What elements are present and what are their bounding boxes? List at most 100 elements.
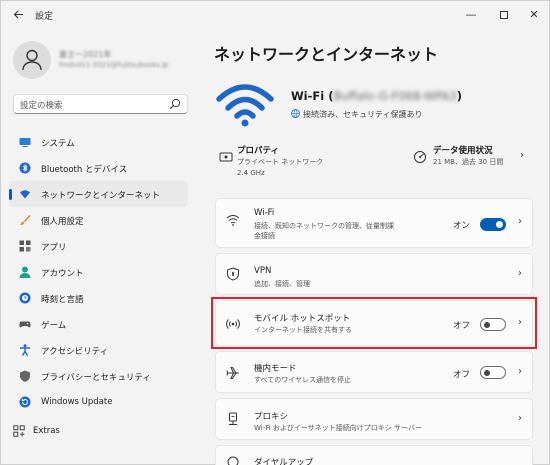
search-placeholder: 設定の検索 (20, 101, 63, 111)
airplane-mode-card[interactable]: 機内モード すべてのワイヤレス通信を停止 オフ › (215, 351, 533, 393)
sidebar-item-label: アカウント (41, 269, 84, 279)
wifi-state-label: オン (452, 221, 470, 231)
wifi-subtitle: 接続、既知のネットワークの管理、従量制課 金接続 (254, 221, 394, 241)
wifi-subtitle-line1: 接続、既知のネットワークの管理、従量制課 (254, 222, 394, 230)
profile-email: fmdvd11-2021@fujitsubooks.jp (59, 61, 169, 69)
avatar (13, 41, 51, 79)
dialup-icon (227, 456, 239, 465)
person-icon (22, 49, 42, 71)
proxy-title: プロキシ (254, 412, 289, 422)
minimize-button[interactable]: — (458, 5, 484, 25)
chevron-right-icon[interactable]: › (518, 413, 522, 424)
vpn-shield-icon (227, 267, 239, 281)
airplane-mode-state-label: オフ (452, 370, 470, 380)
monitor-icon (19, 138, 31, 147)
vpn-subtitle: 追加、接続、管理 (254, 280, 310, 288)
page-title: ネットワークとインターネット (214, 45, 439, 64)
wifi-subtitle-line2: 金接続 (254, 232, 275, 240)
sidebar-item-system[interactable]: システム (9, 129, 188, 155)
network-status: 接続済み、セキュリティ保護あり (291, 109, 423, 120)
properties-band: 2.4 GHz (237, 169, 265, 177)
close-button[interactable]: ✕ (521, 5, 547, 25)
sidebar-item-label: システム (41, 139, 75, 149)
dialup-title: ダイヤルアップ (254, 458, 314, 465)
brush-icon (20, 215, 31, 225)
profile-name: 富士一2021年 (59, 50, 112, 59)
sidebar-item-extras[interactable]: Extras (9, 421, 189, 441)
network-name-suffix: ) (456, 89, 462, 103)
airplane-mode-title: 機内モード (254, 364, 297, 374)
data-usage-icon[interactable] (413, 150, 427, 164)
proxy-card[interactable]: プロキシ Wi-Fi およびイーサネット接続向けプロキシ サーバー › (215, 398, 533, 440)
extras-label: Extras (33, 426, 60, 436)
wifi-large-icon (216, 84, 274, 127)
globe-icon (291, 109, 300, 118)
bluetooth-icon (19, 162, 31, 174)
network-ssid: Buffalo-G-F068-WPA3 (333, 89, 457, 103)
highlight-box (211, 297, 537, 349)
airplane-mode-subtitle: すべてのワイヤレス通信を停止 (254, 376, 352, 384)
sidebar-item-privacy[interactable]: プライバシーとセキュリティ (9, 363, 188, 389)
sidebar-item-apps[interactable]: アプリ (9, 233, 188, 259)
sidebar-item-label: ネットワークとインターネット (41, 191, 161, 201)
wifi-card[interactable]: Wi-Fi 接続、既知のネットワークの管理、従量制課 金接続 オン › (215, 198, 533, 248)
network-name: Wi-Fi (Buffalo-G-F068-WPA3) (291, 89, 462, 103)
sidebar-item-accessibility[interactable]: アクセシビリティ (9, 337, 188, 363)
data-usage-title[interactable]: データ使用状況 (433, 144, 493, 156)
airplane-icon (226, 367, 239, 379)
shield-icon (20, 370, 30, 382)
data-usage-subtitle: 21 MB、過去 30 日間 (433, 158, 504, 166)
apps-icon (19, 240, 31, 252)
gamepad-icon (19, 321, 31, 328)
settings-window: 設定 — ✕ 富士一2021年 fmdvd11-2021@fujitsubook… (0, 0, 550, 465)
wifi-icon (226, 215, 240, 226)
sidebar-item-label: Bluetooth とデバイス (41, 165, 128, 175)
sidebar-item-personalization[interactable]: 個人用設定 (9, 207, 188, 233)
properties-title[interactable]: プロパティ (237, 144, 279, 156)
chevron-right-icon[interactable]: › (520, 150, 524, 161)
sidebar-item-label: ゲーム (41, 321, 67, 331)
back-button[interactable] (9, 7, 27, 25)
sidebar-item-time-language[interactable]: 時刻と言語 (9, 285, 188, 311)
app-title: 設定 (35, 12, 54, 22)
sidebar-item-accounts[interactable]: アカウント (9, 259, 188, 285)
sidebar-item-network[interactable]: ネットワークとインターネット (9, 181, 188, 207)
user-profile[interactable]: 富士一2021年 fmdvd11-2021@fujitsubooks.jp (13, 41, 193, 81)
network-type: Wi-Fi ( (291, 89, 334, 103)
sidebar-item-label: アプリ (41, 243, 67, 253)
search-input[interactable]: 設定の検索 (13, 94, 188, 114)
sidebar-item-label: 個人用設定 (41, 217, 84, 227)
grid-plus-icon (13, 425, 25, 437)
network-status-text: 接続済み、セキュリティ保護あり (303, 110, 423, 119)
properties-network-type: プライベート ネットワーク (237, 158, 324, 166)
person-icon (19, 266, 31, 278)
dialup-card[interactable]: ダイヤルアップ (215, 445, 533, 465)
proxy-icon (229, 412, 237, 425)
sidebar-item-windows-update[interactable]: Windows Update (9, 389, 188, 415)
chevron-right-icon[interactable]: › (518, 268, 522, 279)
search-icon[interactable] (169, 98, 181, 110)
airplane-mode-toggle[interactable] (480, 366, 506, 379)
chevron-right-icon[interactable]: › (518, 366, 522, 377)
properties-subtitle: プライベート ネットワーク 2.4 GHz (237, 157, 323, 179)
wifi-toggle[interactable] (480, 218, 506, 231)
maximize-button[interactable] (491, 5, 517, 25)
accessibility-icon (20, 344, 30, 356)
sidebar-item-gaming[interactable]: ゲーム (9, 311, 188, 337)
sidebar-item-label: Windows Update (41, 397, 113, 407)
vpn-card[interactable]: VPN 追加、接続、管理 › (215, 253, 533, 295)
network-summary: プロパティ プライベート ネットワーク 2.4 GHz データ使用状況 21 M… (215, 140, 533, 180)
clock-globe-icon (19, 292, 31, 304)
update-icon (19, 396, 31, 408)
chevron-right-icon[interactable]: › (518, 216, 522, 227)
proxy-subtitle: Wi-Fi およびイーサネット接続向けプロキシ サーバー (254, 424, 422, 432)
info-icon[interactable] (219, 150, 233, 164)
sidebar-nav: システム Bluetooth とデバイス ネットワークとインターネット 個人用設… (9, 129, 189, 415)
title-bar: 設定 — ✕ (1, 1, 549, 31)
wifi-title: Wi-Fi (254, 208, 275, 218)
sidebar-item-bluetooth[interactable]: Bluetooth とデバイス (9, 155, 188, 181)
sidebar-item-label: 時刻と言語 (41, 295, 84, 305)
maximize-icon (500, 11, 508, 19)
wifi-icon (20, 190, 30, 199)
vpn-title: VPN (254, 266, 272, 276)
